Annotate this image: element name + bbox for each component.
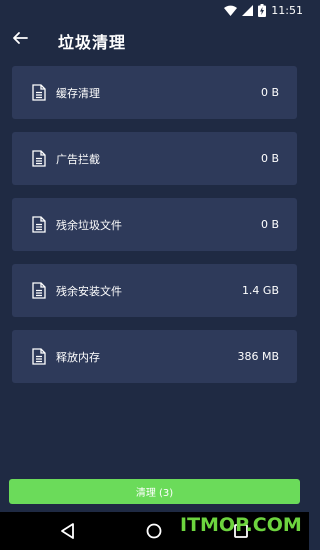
- back-button[interactable]: [8, 28, 32, 52]
- arrow-left-icon: [12, 30, 28, 50]
- wifi-icon: [224, 5, 238, 16]
- document-icon: [32, 216, 46, 233]
- signal-icon: [242, 4, 254, 16]
- list-item-size: 0 B: [260, 86, 279, 99]
- nav-back-icon[interactable]: [58, 521, 78, 541]
- list-item-size: 0 B: [260, 218, 279, 231]
- list-item-residual-install[interactable]: 残余安装文件 1.4 GB: [12, 264, 297, 317]
- list-item-size: 0 B: [260, 152, 279, 165]
- document-icon: [32, 282, 46, 299]
- list-item-free-memory[interactable]: 释放内存 386 MB: [12, 330, 297, 383]
- status-bar: 11:51: [0, 0, 309, 20]
- app-bar: 垃圾清理: [0, 20, 309, 60]
- clean-button[interactable]: 清理 (3): [9, 479, 300, 504]
- watermark-text: ITMOP.COM: [180, 514, 302, 536]
- list-item-cache-clean[interactable]: 缓存清理 0 B: [12, 66, 297, 119]
- list-item-label: 残余安装文件: [56, 284, 122, 298]
- list-item-residual-junk[interactable]: 残余垃圾文件 0 B: [12, 198, 297, 251]
- document-icon: [32, 84, 46, 101]
- status-time: 11:51: [271, 3, 303, 17]
- list-item-label: 广告拦截: [56, 152, 100, 166]
- cleanup-list: 缓存清理 0 B 广告拦截 0 B 残余垃圾文件 0 B 残余安装文件 1.4 …: [12, 66, 297, 396]
- document-icon: [32, 348, 46, 365]
- list-item-size: 386 MB: [237, 350, 279, 363]
- list-item-size: 1.4 GB: [241, 284, 279, 297]
- battery-charging-icon: [258, 3, 267, 17]
- list-item-ad-block[interactable]: 广告拦截 0 B: [12, 132, 297, 185]
- list-item-label: 残余垃圾文件: [56, 218, 122, 232]
- page-title: 垃圾清理: [58, 33, 127, 52]
- document-icon: [32, 150, 46, 167]
- list-item-label: 释放内存: [56, 350, 100, 364]
- nav-home-icon[interactable]: [144, 521, 164, 541]
- list-item-label: 缓存清理: [56, 86, 100, 100]
